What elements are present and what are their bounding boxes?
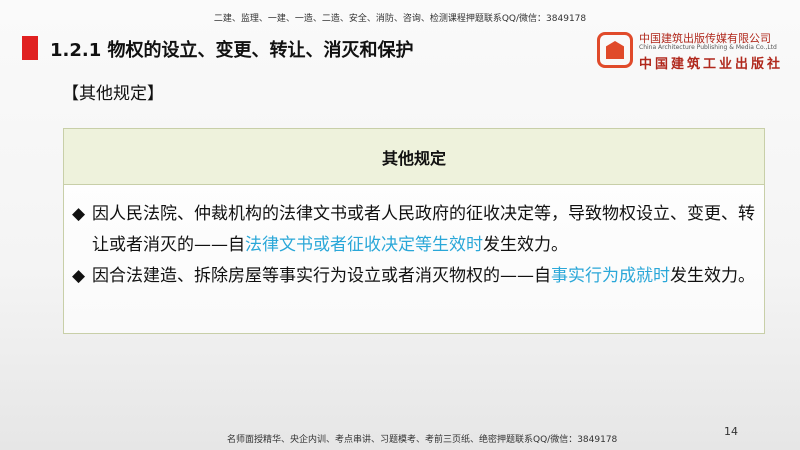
diamond-bullet-icon: ◆ <box>72 204 86 224</box>
title-marker <box>22 36 38 60</box>
diamond-bullet-icon: ◆ <box>72 266 86 286</box>
item-highlight: 事实行为成就时 <box>551 266 670 286</box>
section-subtitle: 【其他规定】 <box>62 84 164 104</box>
item-text-end: 发生效力。 <box>670 266 755 286</box>
page-title: 1.2.1 物权的设立、变更、转让、消灭和保护 <box>50 40 414 61</box>
rules-box-heading: 其他规定 <box>64 129 764 185</box>
publisher-logo-icon <box>597 32 633 68</box>
header-note: 二建、监理、一建、一造、二造、安全、消防、咨询、检测课程押题联系QQ/微信：38… <box>213 14 587 24</box>
item-highlight: 法律文书或者征收决定等生效时 <box>245 235 483 255</box>
item-text: 因合法建造、拆除房屋等事实行为设立或者消灭物权的——自 <box>92 266 551 286</box>
footer-note: 名师面授精华、央企内训、考点串讲、习题模考、考前三页纸、绝密押题联系QQ/微信：… <box>227 435 618 445</box>
logo-en: China Architecture Publishing & Media Co… <box>639 44 777 51</box>
logo-cn2: 中国建筑工业出版社 <box>639 57 784 72</box>
list-item: ◆ 因合法建造、拆除房屋等事实行为设立或者消灭物权的——自事实行为成就时发生效力… <box>72 261 756 292</box>
publisher-logo: 中国建筑出版传媒有限公司 China Architecture Publishi… <box>597 30 797 74</box>
rules-box: 其他规定 ◆ 因人民法院、仲裁机构的法律文书或者人民政府的征收决定等，导致物权设… <box>63 128 765 334</box>
item-text-end: 发生效力。 <box>483 235 568 255</box>
list-item: ◆ 因人民法院、仲裁机构的法律文书或者人民政府的征收决定等，导致物权设立、变更、… <box>72 199 756 261</box>
page-number: 14 <box>724 425 738 438</box>
